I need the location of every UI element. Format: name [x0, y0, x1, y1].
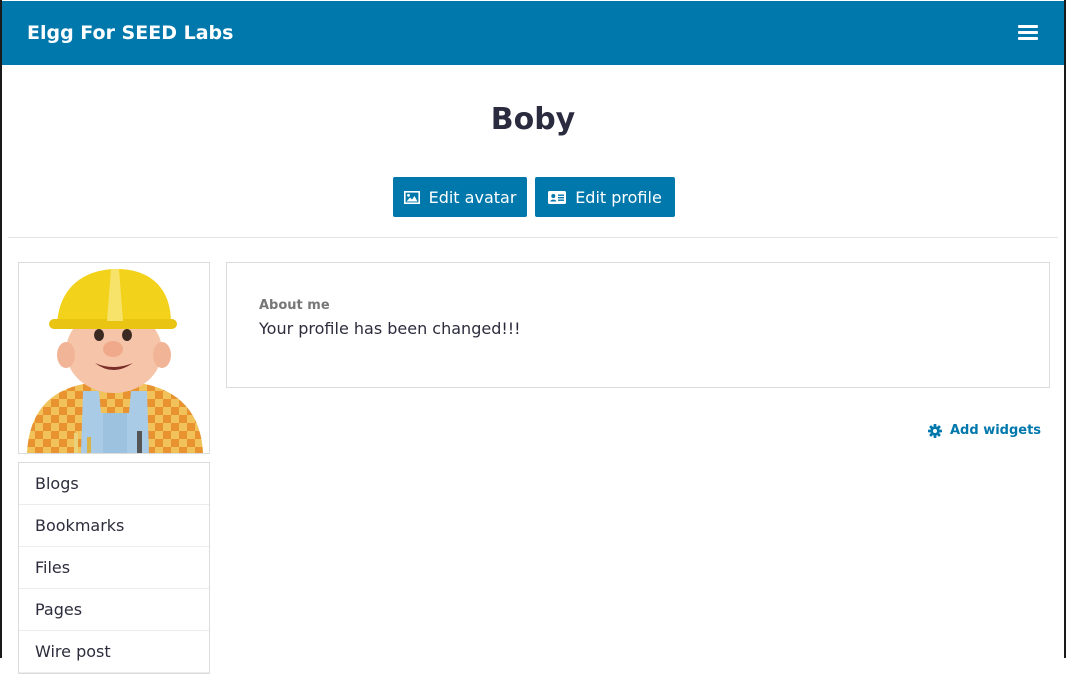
image-icon — [403, 190, 420, 204]
edit-avatar-label: Edit avatar — [428, 187, 517, 207]
owner-menu-item-blogs[interactable]: Blogs — [19, 463, 209, 505]
header-divider — [8, 237, 1058, 238]
avatar[interactable] — [18, 262, 210, 454]
owner-menu-item-bookmarks[interactable]: Bookmarks — [19, 505, 209, 547]
add-widgets-link[interactable]: Add widgets — [928, 423, 1041, 438]
avatar-image — [27, 269, 203, 453]
hamburger-icon[interactable] — [1018, 25, 1038, 41]
site-title-link[interactable]: Elgg For SEED Labs — [27, 1, 233, 65]
edit-profile-label: Edit profile — [575, 187, 662, 207]
owner-menu-item-wire-post[interactable]: Wire post — [19, 631, 209, 673]
about-me-label: About me — [259, 298, 330, 313]
top-bar: Elgg For SEED Labs — [2, 1, 1064, 65]
about-me-value: Your profile has been changed!!! — [259, 319, 521, 338]
add-widgets-label: Add widgets — [950, 423, 1042, 438]
owner-menu-item-files[interactable]: Files — [19, 547, 209, 589]
gear-icon — [928, 423, 942, 438]
edit-profile-button[interactable]: Edit profile — [535, 177, 675, 217]
about-me-panel: About me Your profile has been changed!!… — [226, 262, 1050, 388]
edit-avatar-button[interactable]: Edit avatar — [393, 177, 527, 217]
owner-menu-item-pages[interactable]: Pages — [19, 589, 209, 631]
profile-name: Boby — [490, 102, 576, 137]
owner-menu: Blogs Bookmarks Files Pages Wire post — [18, 462, 210, 674]
id-card-icon — [548, 190, 567, 204]
